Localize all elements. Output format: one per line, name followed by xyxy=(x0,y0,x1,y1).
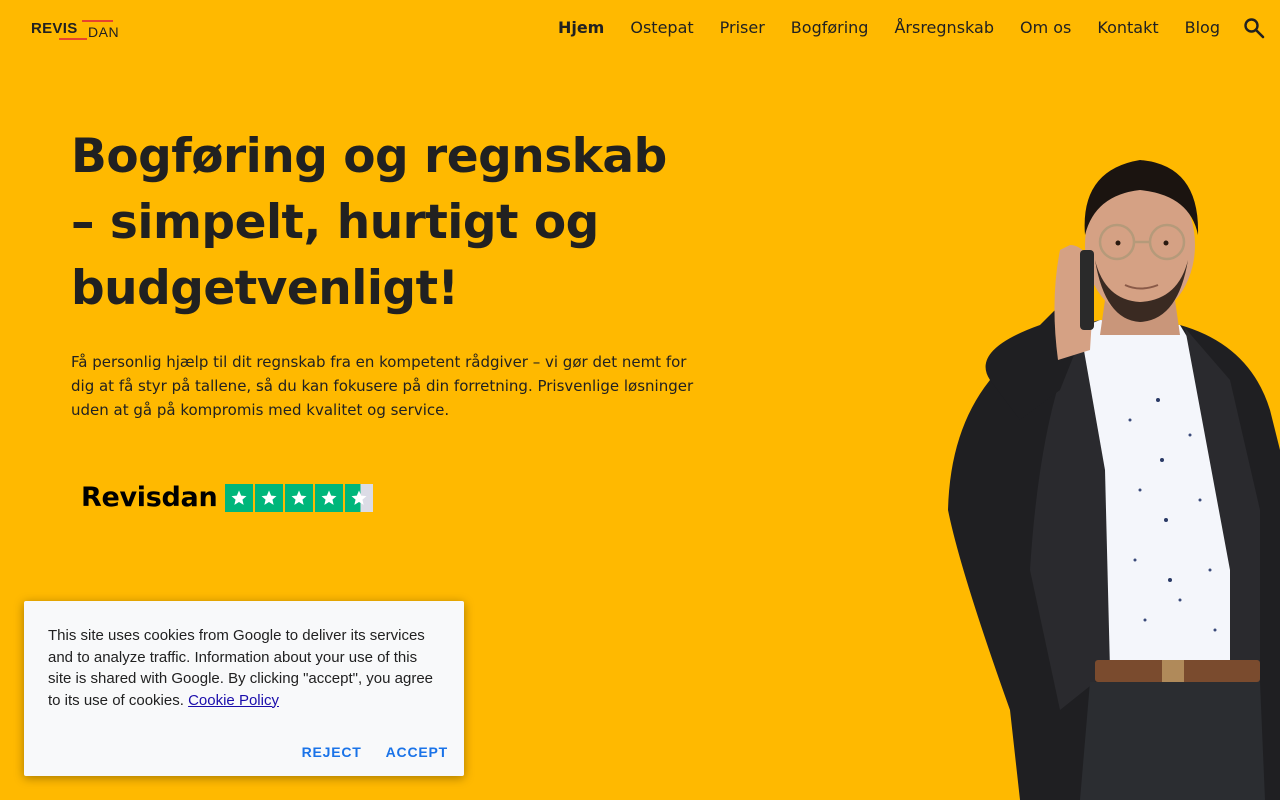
star-icon xyxy=(255,483,284,512)
nav-item-blog[interactable]: Blog xyxy=(1185,18,1220,38)
nav-item-bogforing[interactable]: Bogføring xyxy=(791,18,869,38)
reject-button[interactable]: REJECT xyxy=(302,744,362,760)
search-icon[interactable] xyxy=(1242,16,1266,40)
nav-item-om-os[interactable]: Om os xyxy=(1020,18,1071,38)
star-icon xyxy=(285,483,314,512)
cookie-message: This site uses cookies from Google to de… xyxy=(48,625,440,711)
nav-item-arsregnskab[interactable]: Årsregnskab xyxy=(894,18,994,38)
trustpilot-widget[interactable]: Revisdan xyxy=(81,482,374,513)
logo[interactable]: REVIS DAN xyxy=(31,18,123,42)
star-icon xyxy=(225,483,254,512)
logo-subtext: DAN xyxy=(88,24,120,40)
logo-accent xyxy=(82,20,113,22)
logo-accent-underline xyxy=(59,38,87,40)
nav-item-priser[interactable]: Priser xyxy=(720,18,765,38)
accept-button[interactable]: ACCEPT xyxy=(386,744,448,760)
nav-item-kontakt[interactable]: Kontakt xyxy=(1097,18,1158,38)
cookie-actions: REJECT ACCEPT xyxy=(302,744,448,760)
main-nav: Hjem Ostepat Priser Bogføring Årsregnska… xyxy=(558,18,1220,38)
hero-title: Bogføring og regnskab – simpelt, hurtigt… xyxy=(71,129,667,316)
nav-item-hjem[interactable]: Hjem xyxy=(558,18,604,38)
trustpilot-stars xyxy=(225,483,374,512)
star-icon xyxy=(315,483,344,512)
half-star-icon xyxy=(345,483,374,512)
nav-item-ostepat[interactable]: Ostepat xyxy=(630,18,693,38)
logo-text: REVIS xyxy=(31,20,78,37)
advisor-photo xyxy=(930,150,1280,800)
trustpilot-company-name: Revisdan xyxy=(81,482,218,513)
cookie-banner: This site uses cookies from Google to de… xyxy=(24,601,464,776)
hero-description: Få personlig hjælp til dit regnskab fra … xyxy=(71,353,694,419)
cookie-policy-link[interactable]: Cookie Policy xyxy=(188,692,279,709)
